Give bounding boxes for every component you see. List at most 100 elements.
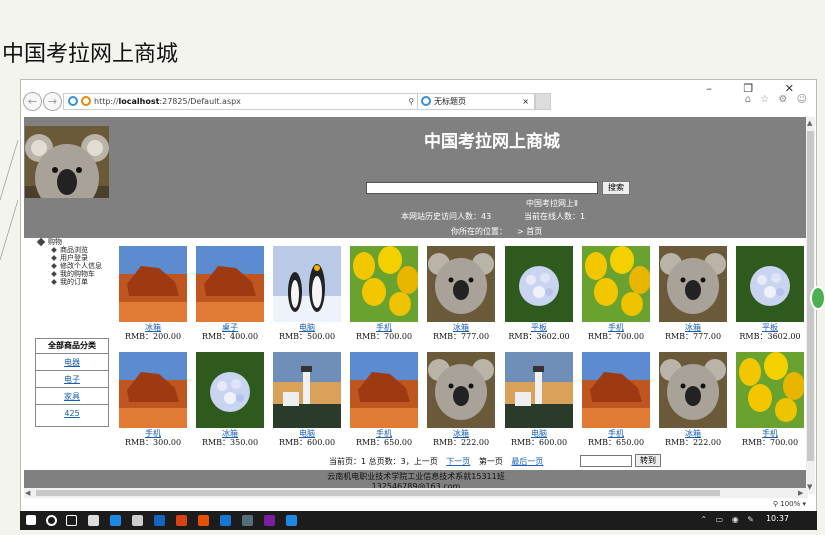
- word-icon[interactable]: [220, 515, 231, 526]
- floating-widget[interactable]: [810, 286, 825, 310]
- product-card: 冰箱 RMB：350.00: [195, 352, 265, 452]
- product-name-link[interactable]: 冰箱: [426, 429, 496, 438]
- tree-item[interactable]: 商品浏览: [38, 246, 102, 254]
- tree-root[interactable]: 购物: [36, 237, 102, 247]
- zoom-level[interactable]: ⚲ 100% ▾: [773, 500, 806, 508]
- category-link[interactable]: 家具: [36, 388, 108, 405]
- category-link[interactable]: 电器: [36, 354, 108, 371]
- goto-button[interactable]: 转到: [635, 454, 661, 467]
- product-name-link[interactable]: 手机: [118, 429, 188, 438]
- browser-right-icons[interactable]: ⌂ ☆ ⚙ ☺: [745, 94, 810, 105]
- product-name-link[interactable]: 手机: [349, 323, 419, 332]
- crumb-label: 你所在的位置：: [451, 227, 507, 236]
- product-image[interactable]: [273, 246, 341, 322]
- pager-first: 第一页: [478, 457, 503, 466]
- product-image[interactable]: [659, 352, 727, 428]
- app-icon-2[interactable]: [198, 515, 209, 526]
- visual-studio-icon[interactable]: [264, 515, 275, 526]
- product-price: RMB：222.00: [664, 438, 722, 447]
- product-card: 手机 RMB：700.00: [349, 246, 419, 346]
- pager-next-link[interactable]: 下一页: [446, 457, 470, 466]
- decorative-line: [0, 140, 18, 260]
- product-name-link[interactable]: 冰箱: [658, 323, 728, 332]
- category-link[interactable]: 425: [36, 405, 108, 422]
- app-icon-3[interactable]: [242, 515, 253, 526]
- product-price: RMB：700.00: [741, 438, 799, 447]
- product-price: RMB：777.00: [432, 332, 490, 341]
- tree-item[interactable]: 我的购物车: [38, 270, 102, 278]
- product-name-link[interactable]: 冰箱: [118, 323, 188, 332]
- horizontal-scroll-thumb[interactable]: [36, 490, 720, 496]
- product-image[interactable]: [350, 352, 418, 428]
- product-name-link[interactable]: 电脑: [504, 429, 574, 438]
- product-name-link[interactable]: 平板: [504, 323, 574, 332]
- tab-close-icon[interactable]: ×: [522, 94, 529, 109]
- product-name-link[interactable]: 平板: [735, 323, 805, 332]
- store-icon[interactable]: [88, 515, 99, 526]
- page-number-input[interactable]: [580, 455, 632, 467]
- tree-item[interactable]: 我的订单: [38, 278, 102, 286]
- back-button[interactable]: ←: [23, 92, 42, 111]
- task-view-icon[interactable]: [66, 515, 77, 526]
- product-image[interactable]: [505, 352, 573, 428]
- product-name-link[interactable]: 冰箱: [195, 429, 265, 438]
- product-name-link[interactable]: 桌子: [195, 323, 265, 332]
- forward-button[interactable]: →: [43, 92, 62, 111]
- crumb-home-link[interactable]: > 首页: [517, 227, 542, 236]
- product-price: RMB：500.00: [278, 332, 336, 341]
- category-link[interactable]: 电子: [36, 371, 108, 388]
- new-tab-button[interactable]: [535, 93, 551, 110]
- product-card: 桌子 RMB：400.00: [195, 246, 265, 346]
- tree-bullet-icon: [51, 279, 57, 285]
- product-name-link[interactable]: 手机: [581, 429, 651, 438]
- online-label: 当前在线人数：: [524, 212, 580, 221]
- tree-item[interactable]: 用户登录: [38, 254, 102, 262]
- product-name-link[interactable]: 手机: [349, 429, 419, 438]
- product-price: RMB：300.00: [124, 438, 182, 447]
- powerpoint-icon[interactable]: [176, 515, 187, 526]
- search-input[interactable]: [366, 182, 598, 194]
- ie-taskbar-icon[interactable]: [286, 515, 297, 526]
- marquee-text: 中国考拉网上Ⅱ: [526, 199, 578, 208]
- product-image[interactable]: [505, 246, 573, 322]
- horizontal-scrollbar[interactable]: ◀ ▶: [24, 488, 808, 498]
- product-image[interactable]: [582, 352, 650, 428]
- system-tray[interactable]: ⌃ ▭ ◉ ✎: [700, 515, 757, 524]
- search-icon[interactable]: [46, 515, 57, 526]
- product-image[interactable]: [196, 352, 264, 428]
- search-button[interactable]: 搜索: [602, 181, 630, 195]
- site-title: 中国考拉网上商城: [424, 132, 560, 152]
- scroll-up-icon[interactable]: ▲: [807, 119, 812, 127]
- product-image[interactable]: [273, 352, 341, 428]
- product-image[interactable]: [582, 246, 650, 322]
- pager-last-link[interactable]: 最后一页: [511, 457, 543, 466]
- product-image[interactable]: [736, 246, 804, 322]
- app-icon[interactable]: [154, 515, 165, 526]
- product-name-link[interactable]: 冰箱: [658, 429, 728, 438]
- product-image[interactable]: [736, 352, 804, 428]
- product-image[interactable]: [119, 352, 187, 428]
- scroll-left-icon[interactable]: ◀: [25, 489, 30, 497]
- product-name-link[interactable]: 电脑: [272, 429, 342, 438]
- start-icon[interactable]: [26, 515, 36, 525]
- explorer-icon[interactable]: [132, 515, 143, 526]
- product-image[interactable]: [659, 246, 727, 322]
- product-image[interactable]: [350, 246, 418, 322]
- product-card: 电脑 RMB：500.00: [272, 246, 342, 346]
- product-price: RMB：700.00: [355, 332, 413, 341]
- product-image[interactable]: [119, 246, 187, 322]
- product-card: 手机 RMB：650.00: [349, 352, 419, 452]
- address-bar[interactable]: http://localhost:27825/Default.aspx ⚲ ▾ …: [63, 93, 435, 110]
- tree-item[interactable]: 修改个人信息: [38, 262, 102, 270]
- product-name-link[interactable]: 电脑: [272, 323, 342, 332]
- product-image[interactable]: [427, 246, 495, 322]
- edge-icon[interactable]: [110, 515, 121, 526]
- info-bar: 中国考拉网上Ⅱ 本网站历史访问人数：43 当前在线人数：1 你所在的位置： > 首…: [24, 198, 808, 238]
- product-image[interactable]: [196, 246, 264, 322]
- scroll-right-icon[interactable]: ▶: [798, 489, 803, 497]
- product-name-link[interactable]: 手机: [735, 429, 805, 438]
- product-image[interactable]: [427, 352, 495, 428]
- product-name-link[interactable]: 冰箱: [426, 323, 496, 332]
- product-name-link[interactable]: 手机: [581, 323, 651, 332]
- tab-active[interactable]: 无标题页 ×: [417, 93, 535, 110]
